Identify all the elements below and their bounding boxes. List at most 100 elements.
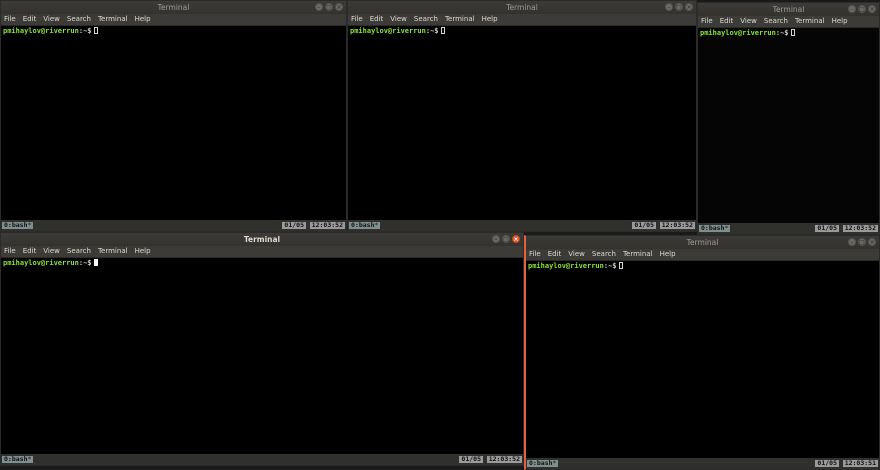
page-indicator: 01/05: [282, 221, 306, 229]
menu-terminal[interactable]: Terminal: [795, 16, 825, 27]
menu-file[interactable]: File: [701, 16, 713, 27]
menu-search[interactable]: Search: [592, 249, 616, 260]
cursor-icon: [93, 259, 98, 266]
terminal-window-2[interactable]: Terminal – □ × File Edit View Search Ter…: [347, 0, 697, 232]
tmux-tab-label: 0:bash: [529, 459, 553, 467]
tmux-tab[interactable]: 0:bash*: [2, 455, 34, 463]
menu-terminal[interactable]: Terminal: [445, 14, 475, 25]
terminal-window-1[interactable]: Terminal – □ × File Edit View Search Ter…: [0, 0, 347, 232]
minimize-icon[interactable]: –: [492, 235, 500, 243]
tmux-tab-marker: *: [374, 221, 379, 229]
maximize-icon[interactable]: □: [858, 238, 866, 246]
terminal-4-content[interactable]: pmihaylov@riverrun:~$: [1, 258, 523, 454]
maximize-icon[interactable]: □: [675, 3, 683, 11]
prompt-user: pmihaylov@riverrun: [3, 27, 79, 35]
terminal-1-titlebar[interactable]: Terminal – □ ×: [1, 1, 346, 14]
terminal-1-statusbar: 0:bash* 01/05 12:03:52: [1, 220, 346, 231]
terminal-window-5[interactable]: Terminal – □ × File Edit View Search Ter…: [524, 235, 880, 470]
tmux-tab[interactable]: 0:bash*: [527, 459, 559, 467]
menu-view[interactable]: View: [740, 16, 757, 27]
prompt-user: pmihaylov@riverrun: [350, 27, 426, 35]
cursor-icon: [93, 27, 98, 34]
clock: 12:03:51: [842, 459, 878, 467]
menu-help[interactable]: Help: [660, 249, 676, 260]
menu-view[interactable]: View: [568, 249, 585, 260]
terminal-4-title: Terminal: [243, 235, 281, 244]
cursor-icon: [440, 27, 445, 34]
tmux-tab[interactable]: 0:bash*: [699, 224, 731, 232]
menu-search[interactable]: Search: [67, 246, 91, 257]
cursor-icon: [790, 29, 795, 36]
tmux-tab-label: 0:bash: [351, 221, 375, 229]
menu-file[interactable]: File: [351, 14, 363, 25]
terminal-5-menubar: File Edit View Search Terminal Help: [526, 249, 879, 261]
maximize-icon[interactable]: □: [502, 235, 510, 243]
terminal-3-title: Terminal: [772, 5, 805, 14]
prompt-path: :~$: [78, 259, 92, 267]
menu-file[interactable]: File: [4, 246, 16, 257]
menu-view[interactable]: View: [43, 246, 60, 257]
menu-search[interactable]: Search: [414, 14, 438, 25]
tmux-tab[interactable]: 0:bash*: [349, 221, 381, 229]
terminal-2-title: Terminal: [506, 3, 538, 12]
page-indicator: 01/05: [815, 224, 839, 232]
terminal-3-titlebar[interactable]: Terminal – □ ×: [698, 3, 879, 16]
terminal-5-titlebar[interactable]: Terminal – □ ×: [526, 236, 879, 249]
menu-help[interactable]: Help: [135, 14, 151, 25]
tmux-tab-marker: *: [724, 224, 729, 232]
minimize-icon[interactable]: –: [665, 3, 673, 11]
minimize-icon[interactable]: –: [848, 5, 856, 13]
minimize-icon[interactable]: –: [848, 238, 856, 246]
tmux-tab-label: 0:bash: [701, 224, 725, 232]
close-icon[interactable]: ×: [868, 5, 876, 13]
terminal-3-content[interactable]: pmihaylov@riverrun:~$: [698, 28, 879, 223]
terminal-2-titlebar[interactable]: Terminal – □ ×: [348, 1, 696, 14]
prompt-path: :~$: [78, 27, 92, 35]
prompt-user: pmihaylov@riverrun: [700, 29, 776, 37]
menu-search[interactable]: Search: [764, 16, 788, 27]
menu-edit[interactable]: Edit: [370, 14, 384, 25]
menu-edit[interactable]: Edit: [23, 14, 37, 25]
close-icon[interactable]: ×: [512, 235, 520, 243]
page-indicator: 01/05: [459, 455, 483, 463]
menu-edit[interactable]: Edit: [720, 16, 734, 27]
tmux-tab-marker: *: [27, 455, 32, 463]
close-icon[interactable]: ×: [685, 3, 693, 11]
terminal-1-content[interactable]: pmihaylov@riverrun:~$: [1, 26, 346, 220]
menu-file[interactable]: File: [4, 14, 16, 25]
tmux-tab[interactable]: 0:bash*: [2, 222, 34, 229]
menu-view[interactable]: View: [43, 14, 60, 25]
menu-help[interactable]: Help: [832, 16, 848, 27]
menu-search[interactable]: Search: [67, 14, 91, 25]
terminal-1-title: Terminal: [157, 3, 190, 12]
terminal-4-statusbar: 0:bash* 01/05 12:03:52: [1, 454, 523, 465]
maximize-icon[interactable]: □: [858, 5, 866, 13]
terminal-4-titlebar[interactable]: Terminal – □ ×: [1, 233, 523, 246]
prompt-user: pmihaylov@riverrun: [3, 259, 79, 267]
minimize-icon[interactable]: –: [315, 3, 323, 11]
menu-terminal[interactable]: Terminal: [623, 249, 653, 260]
menu-help[interactable]: Help: [482, 14, 498, 25]
tmux-tab-marker: *: [552, 459, 557, 467]
menu-terminal[interactable]: Terminal: [98, 14, 128, 25]
maximize-icon[interactable]: □: [325, 3, 333, 11]
menu-terminal[interactable]: Terminal: [98, 246, 128, 257]
clock: 12:03:52: [842, 224, 878, 232]
menu-view[interactable]: View: [390, 14, 407, 25]
menu-edit[interactable]: Edit: [23, 246, 37, 257]
prompt-path: :~$: [775, 29, 789, 37]
close-icon[interactable]: ×: [335, 3, 343, 11]
close-icon[interactable]: ×: [868, 238, 876, 246]
menu-file[interactable]: File: [529, 249, 541, 260]
cursor-icon: [618, 262, 623, 269]
clock: 12:03:52: [309, 221, 345, 229]
terminal-5-content[interactable]: pmihaylov@riverrun:~$: [526, 261, 879, 458]
terminal-2-menubar: File Edit View Search Terminal Help: [348, 14, 696, 26]
page-indicator: 01/05: [815, 459, 839, 467]
menu-edit[interactable]: Edit: [548, 249, 562, 260]
terminal-3-menubar: File Edit View Search Terminal Help: [698, 16, 879, 28]
terminal-window-3[interactable]: Terminal – □ × File Edit View Search Ter…: [697, 2, 880, 235]
menu-help[interactable]: Help: [135, 246, 151, 257]
terminal-2-content[interactable]: pmihaylov@riverrun:~$: [348, 26, 696, 220]
terminal-window-4[interactable]: Terminal – □ × File Edit View Search Ter…: [0, 232, 524, 466]
